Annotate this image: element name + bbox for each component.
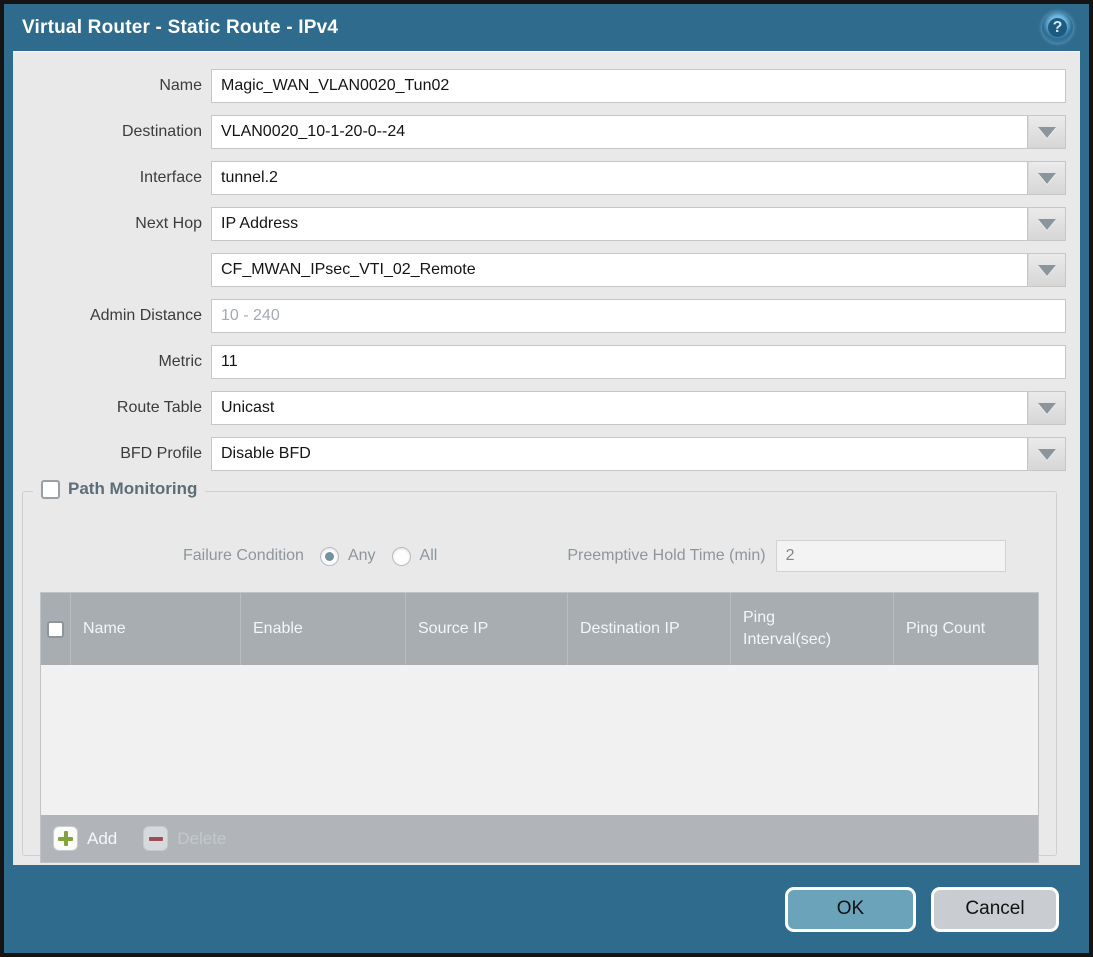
- admin-distance-row: Admin Distance: [13, 299, 1066, 333]
- table-header-ping-count[interactable]: Ping Count: [894, 593, 1038, 665]
- table-header-select: [41, 593, 71, 665]
- next-hop-dropdown-button[interactable]: [1028, 207, 1066, 241]
- failure-condition-label: Failure Condition: [183, 547, 304, 565]
- next-hop-type-input[interactable]: [211, 207, 1028, 241]
- chevron-down-icon: [1038, 449, 1056, 460]
- table-header-ping-interval[interactable]: Ping Interval(sec): [731, 593, 894, 665]
- table-header-enable[interactable]: Enable: [241, 593, 406, 665]
- interface-dropdown-button[interactable]: [1028, 161, 1066, 195]
- destination-input[interactable]: [211, 115, 1028, 149]
- interface-input[interactable]: [211, 161, 1028, 195]
- metric-input[interactable]: [211, 345, 1066, 379]
- plus-icon: [53, 826, 78, 851]
- name-field-wrap: [211, 69, 1066, 103]
- next-hop-address-row: [13, 253, 1066, 287]
- static-route-dialog: Virtual Router - Static Route - IPv4 ? N…: [4, 4, 1089, 953]
- path-monitoring-checkbox[interactable]: [41, 480, 60, 499]
- path-monitoring-options-row: Failure Condition Any All Preemptive Hol…: [40, 540, 1039, 572]
- next-hop-address-dropdown-button[interactable]: [1028, 253, 1066, 287]
- table-header-name[interactable]: Name: [71, 593, 241, 665]
- admin-distance-field-wrap: [211, 299, 1066, 333]
- metric-label: Metric: [13, 353, 211, 371]
- next-hop-address-field-wrap: [211, 253, 1066, 287]
- next-hop-field-wrap: [211, 207, 1066, 241]
- bfd-profile-row: BFD Profile: [13, 437, 1066, 471]
- bfd-profile-input[interactable]: [211, 437, 1028, 471]
- screenshot-frame: Virtual Router - Static Route - IPv4 ? N…: [0, 0, 1093, 957]
- dialog-title: Virtual Router - Static Route - IPv4: [22, 17, 1042, 39]
- table-header-source-ip[interactable]: Source IP: [406, 593, 568, 665]
- route-table-label: Route Table: [13, 399, 211, 417]
- admin-distance-input[interactable]: [211, 299, 1066, 333]
- add-button[interactable]: Add: [53, 826, 117, 851]
- path-monitoring-legend: Path Monitoring: [33, 479, 205, 499]
- next-hop-row: Next Hop: [13, 207, 1066, 241]
- table-action-bar: Add Delete: [41, 815, 1038, 862]
- route-table-dropdown-button[interactable]: [1028, 391, 1066, 425]
- failure-condition-any-label: Any: [348, 547, 376, 565]
- chevron-down-icon: [1038, 265, 1056, 276]
- cancel-button[interactable]: Cancel: [931, 887, 1059, 932]
- table-body-empty: [41, 665, 1038, 815]
- destination-dropdown-button[interactable]: [1028, 115, 1066, 149]
- table-header-row: Name Enable Source IP Destination IP Pin…: [41, 593, 1038, 665]
- admin-distance-label: Admin Distance: [13, 307, 211, 325]
- failure-condition-any-radio[interactable]: [320, 547, 339, 566]
- failure-condition-all-label: All: [420, 547, 438, 565]
- ok-button[interactable]: OK: [785, 887, 916, 932]
- preemptive-hold-time-input[interactable]: [776, 540, 1006, 572]
- dialog-content: Name Destination Interface: [13, 51, 1080, 865]
- destination-field-wrap: [211, 115, 1066, 149]
- chevron-down-icon: [1038, 173, 1056, 184]
- route-table-input[interactable]: [211, 391, 1028, 425]
- title-bar: Virtual Router - Static Route - IPv4 ?: [4, 4, 1089, 51]
- interface-row: Interface: [13, 161, 1066, 195]
- path-monitoring-title: Path Monitoring: [68, 479, 197, 499]
- bfd-profile-label: BFD Profile: [13, 445, 211, 463]
- interface-field-wrap: [211, 161, 1066, 195]
- path-monitoring-table: Name Enable Source IP Destination IP Pin…: [40, 592, 1039, 863]
- select-all-checkbox[interactable]: [47, 621, 64, 638]
- bfd-profile-field-wrap: [211, 437, 1066, 471]
- help-icon[interactable]: ?: [1042, 12, 1073, 43]
- table-header-destination-ip[interactable]: Destination IP: [568, 593, 731, 665]
- route-table-row: Route Table: [13, 391, 1066, 425]
- minus-icon: [143, 826, 168, 851]
- name-label: Name: [13, 77, 211, 95]
- destination-row: Destination: [13, 115, 1066, 149]
- bfd-profile-dropdown-button[interactable]: [1028, 437, 1066, 471]
- path-monitoring-section: Path Monitoring Failure Condition Any Al…: [22, 491, 1057, 856]
- interface-label: Interface: [13, 169, 211, 187]
- chevron-down-icon: [1038, 219, 1056, 230]
- failure-condition-all-radio[interactable]: [392, 547, 411, 566]
- next-hop-address-input[interactable]: [211, 253, 1028, 287]
- next-hop-label: Next Hop: [13, 215, 211, 233]
- delete-button[interactable]: Delete: [143, 826, 226, 851]
- metric-row: Metric: [13, 345, 1066, 379]
- dialog-footer: OK Cancel: [4, 865, 1089, 953]
- destination-label: Destination: [13, 123, 211, 141]
- metric-field-wrap: [211, 345, 1066, 379]
- chevron-down-icon: [1038, 403, 1056, 414]
- preemptive-hold-time-label: Preemptive Hold Time (min): [567, 547, 765, 565]
- chevron-down-icon: [1038, 127, 1056, 138]
- name-input[interactable]: [211, 69, 1066, 103]
- name-row: Name: [13, 69, 1066, 103]
- route-table-field-wrap: [211, 391, 1066, 425]
